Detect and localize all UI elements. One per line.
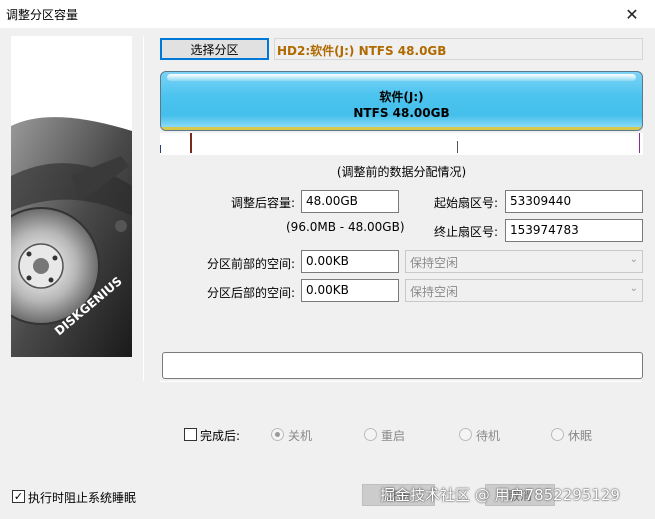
end-sector-input[interactable]: 153974783 bbox=[505, 219, 643, 242]
progress-box bbox=[162, 352, 643, 379]
watermark: 掘金技术社区 @ 用户7852295129 bbox=[380, 486, 620, 504]
free-before-label: 分区前部的空间: bbox=[206, 257, 295, 271]
title-bar: 调整分区容量 ✕ bbox=[0, 0, 655, 28]
window-title: 调整分区容量 bbox=[6, 8, 79, 22]
radio-restart-label: 重启 bbox=[381, 429, 406, 443]
select-partition-button[interactable]: 选择分区 bbox=[160, 38, 269, 60]
diskgenius-logo: DISKGENIUS bbox=[11, 36, 132, 357]
radio-shutdown-label: 关机 bbox=[288, 429, 313, 443]
size-input[interactable]: 48.00GB bbox=[301, 190, 399, 213]
after-complete-label: 完成后: bbox=[200, 429, 241, 443]
after-complete-checkbox[interactable] bbox=[184, 428, 197, 441]
start-sector-label: 起始扇区号: bbox=[433, 196, 498, 210]
chevron-down-icon: ⌄ bbox=[629, 283, 638, 294]
chevron-down-icon: ⌄ bbox=[629, 254, 638, 265]
free-after-select[interactable]: 保持空闲 ⌄ bbox=[405, 279, 643, 302]
close-icon[interactable]: ✕ bbox=[609, 0, 655, 28]
horizontal-divider bbox=[160, 381, 643, 382]
radio-standby[interactable] bbox=[459, 428, 472, 441]
radio-hibernate-label: 休眠 bbox=[568, 429, 593, 443]
partition-bar[interactable]: 软件(J:) NTFS 48.00GB bbox=[160, 71, 643, 131]
radio-shutdown[interactable] bbox=[271, 428, 284, 441]
allocation-caption: (调整前的数据分配情况) bbox=[336, 165, 467, 179]
radio-standby-label: 待机 bbox=[476, 429, 501, 443]
partition-name: 软件(J:) bbox=[379, 90, 424, 104]
free-before-input[interactable]: 0.00KB bbox=[301, 250, 399, 273]
prevent-sleep-checkbox[interactable]: ✓ bbox=[12, 490, 25, 503]
start-sector-input[interactable]: 53309440 bbox=[505, 190, 643, 213]
vertical-divider bbox=[143, 36, 144, 381]
size-range: (96.0MB - 48.00GB) bbox=[286, 220, 405, 234]
free-after-input[interactable]: 0.00KB bbox=[301, 279, 399, 302]
mid-tick bbox=[457, 141, 458, 153]
end-sector-label: 终止扇区号: bbox=[433, 225, 498, 239]
free-before-select[interactable]: 保持空闲 ⌄ bbox=[405, 250, 643, 273]
bar-bottom-stripe bbox=[161, 127, 642, 130]
prevent-sleep-label: 执行时阻止系统睡眠 bbox=[28, 491, 137, 505]
size-label: 调整后容量: bbox=[230, 196, 295, 210]
partition-header: HD2:软件(J:) NTFS 48.0GB bbox=[274, 38, 643, 60]
partition-fs-size: NTFS 48.00GB bbox=[353, 106, 450, 120]
position-slider[interactable] bbox=[160, 133, 643, 155]
end-handle[interactable] bbox=[639, 133, 640, 153]
free-after-label: 分区后部的空间: bbox=[206, 286, 295, 300]
radio-hibernate[interactable] bbox=[551, 428, 564, 441]
free-after-option: 保持空闲 bbox=[410, 285, 459, 299]
free-before-option: 保持空闲 bbox=[410, 256, 459, 270]
radio-restart[interactable] bbox=[364, 428, 377, 441]
start-tick bbox=[160, 145, 161, 153]
bar-highlight bbox=[167, 74, 636, 81]
start-handle[interactable] bbox=[190, 133, 192, 153]
